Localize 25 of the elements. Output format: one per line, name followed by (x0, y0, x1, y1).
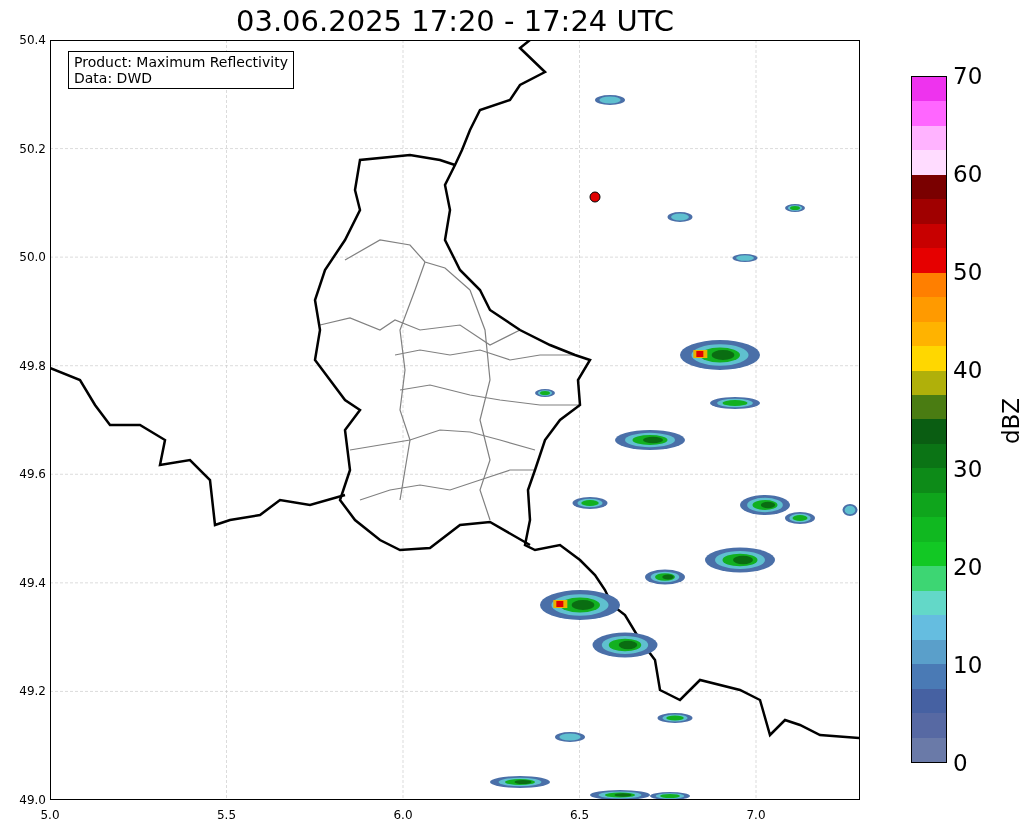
colorbar-tick-label: 0 (953, 750, 968, 776)
colorbar-tick-label: 50 (953, 259, 983, 286)
colorbar-tick-label: 30 (953, 455, 983, 482)
colorbar-tick-label: 40 (953, 357, 983, 384)
colorbar-tick-label: 10 (953, 651, 983, 678)
y-tick-label: 50.4 (19, 33, 46, 47)
chart-title: 03.06.2025 17:20 - 17:24 UTC (235, 4, 675, 38)
colorbar-label: dBZ (998, 396, 1023, 446)
x-tick-label: 6.5 (569, 808, 590, 822)
x-tick-label: 5.5 (216, 808, 237, 822)
y-tick-label: 49.0 (19, 793, 46, 807)
y-tick-label: 49.4 (19, 575, 46, 590)
colorbar-tick-label: 60 (953, 161, 983, 188)
x-tick-label: 6.0 (393, 808, 413, 822)
y-tick-label: 49.8 (19, 358, 46, 373)
x-tick-label: 5.0 (40, 808, 60, 822)
y-tick-label: 50.2 (19, 141, 46, 156)
y-tick-label: 49.6 (19, 467, 46, 482)
x-tick-label: 7.0 (746, 808, 766, 822)
colorbar-tick-label: 70 (953, 63, 983, 89)
y-tick-label: 49.2 (19, 684, 46, 699)
info-text: Data: DWD (74, 70, 153, 86)
colorbar-tick-label: 20 (953, 553, 983, 580)
y-tick-label: 50.0 (19, 250, 46, 265)
info-text: Product: Maximum Reflectivity (74, 54, 288, 70)
